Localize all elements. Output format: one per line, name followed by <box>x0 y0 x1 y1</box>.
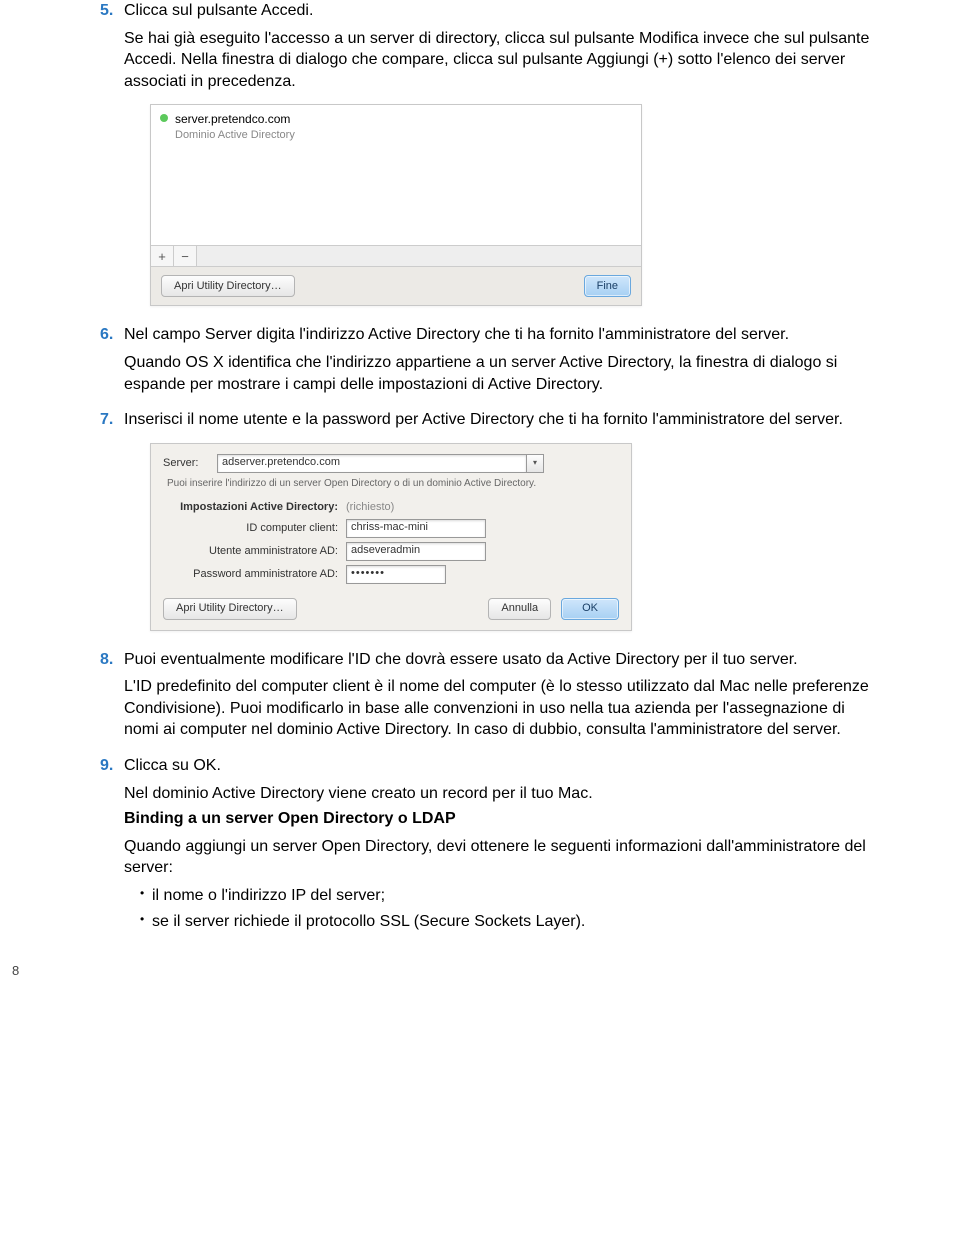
step-paragraph: Quando aggiungi un server Open Directory… <box>124 836 880 879</box>
screenshot-ad-settings: Server: adserver.pretendco.com ▾ Puoi in… <box>150 443 632 631</box>
step-5: 5. Clicca sul pulsante Accedi. Se hai gi… <box>100 0 880 306</box>
open-directory-utility-button[interactable]: Apri Utility Directory… <box>161 275 295 297</box>
server-label: Server: <box>163 456 217 471</box>
step-paragraph: Se hai già eseguito l'accesso a un serve… <box>124 28 880 93</box>
step-number: 7. <box>100 409 113 431</box>
admin-pass-label: Password amministratore AD: <box>163 567 346 582</box>
step-number: 6. <box>100 324 113 346</box>
bullet-list: il nome o l'indirizzo IP del server; se … <box>124 885 880 932</box>
admin-pass-input[interactable]: ••••••• <box>346 565 446 584</box>
remove-button[interactable]: − <box>174 246 197 266</box>
step-head: Puoi eventualmente modificare l'ID che d… <box>124 651 798 668</box>
server-dropdown-button[interactable]: ▾ <box>527 454 544 473</box>
server-name: server.pretendco.com <box>151 105 641 127</box>
ad-settings-row: Impostazioni Active Directory: (richiest… <box>163 500 619 515</box>
step-paragraph: L'ID predefinito del computer client è i… <box>124 676 880 741</box>
admin-user-label: Utente amministratore AD: <box>163 544 346 559</box>
add-remove-bar: + − <box>151 245 641 267</box>
step-paragraph: Quando OS X identifica che l'indirizzo a… <box>124 352 880 395</box>
step-9: 9. Clicca su OK. Nel dominio Active Dire… <box>100 755 880 932</box>
step-head: Clicca sul pulsante Accedi. <box>124 2 313 19</box>
step-number: 8. <box>100 649 113 671</box>
server-type: Dominio Active Directory <box>151 128 641 143</box>
step-number: 9. <box>100 755 113 777</box>
step-paragraph: Nel dominio Active Directory viene creat… <box>124 783 880 805</box>
step-number: 5. <box>100 0 113 22</box>
client-id-row: ID computer client: chriss-mac-mini <box>163 519 619 538</box>
ad-required: (richiesto) <box>346 500 394 515</box>
step-7: 7. Inserisci il nome utente e la passwor… <box>100 409 880 630</box>
cancel-button[interactable]: Annulla <box>488 598 551 620</box>
dialog-footer: Apri Utility Directory… Fine <box>151 267 641 305</box>
admin-user-input[interactable]: adseveradmin <box>346 542 486 561</box>
open-directory-utility-button[interactable]: Apri Utility Directory… <box>163 598 297 620</box>
server-listbox: server.pretendco.com Dominio Active Dire… <box>151 105 641 245</box>
ok-button[interactable]: OK <box>561 598 619 620</box>
client-id-label: ID computer client: <box>163 521 346 536</box>
client-id-input[interactable]: chriss-mac-mini <box>346 519 486 538</box>
add-button[interactable]: + <box>151 246 174 266</box>
step-head: Nel campo Server digita l'indirizzo Acti… <box>124 326 789 343</box>
step-head: Clicca su OK. <box>124 757 221 774</box>
step-head: Inserisci il nome utente e la password p… <box>124 411 843 428</box>
bullet-item: se il server richiede il protocollo SSL … <box>140 911 880 933</box>
fine-button[interactable]: Fine <box>584 275 631 297</box>
step-8: 8. Puoi eventualmente modificare l'ID ch… <box>100 649 880 741</box>
step-6: 6. Nel campo Server digita l'indirizzo A… <box>100 324 880 395</box>
server-input[interactable]: adserver.pretendco.com <box>217 454 527 473</box>
admin-pass-row: Password amministratore AD: ••••••• <box>163 565 619 584</box>
page-number: 8 <box>12 962 812 980</box>
server-help-text: Puoi inserire l'indirizzo di un server O… <box>167 477 619 490</box>
subheading: Binding a un server Open Directory o LDA… <box>124 808 880 830</box>
server-row: Server: adserver.pretendco.com ▾ <box>163 454 619 473</box>
dialog-button-row: Apri Utility Directory… Annulla OK <box>163 598 619 620</box>
admin-user-row: Utente amministratore AD: adseveradmin <box>163 542 619 561</box>
bullet-item: il nome o l'indirizzo IP del server; <box>140 885 880 907</box>
ad-settings-label: Impostazioni Active Directory: <box>163 500 346 515</box>
screenshot-server-list: server.pretendco.com Dominio Active Dire… <box>150 104 642 306</box>
